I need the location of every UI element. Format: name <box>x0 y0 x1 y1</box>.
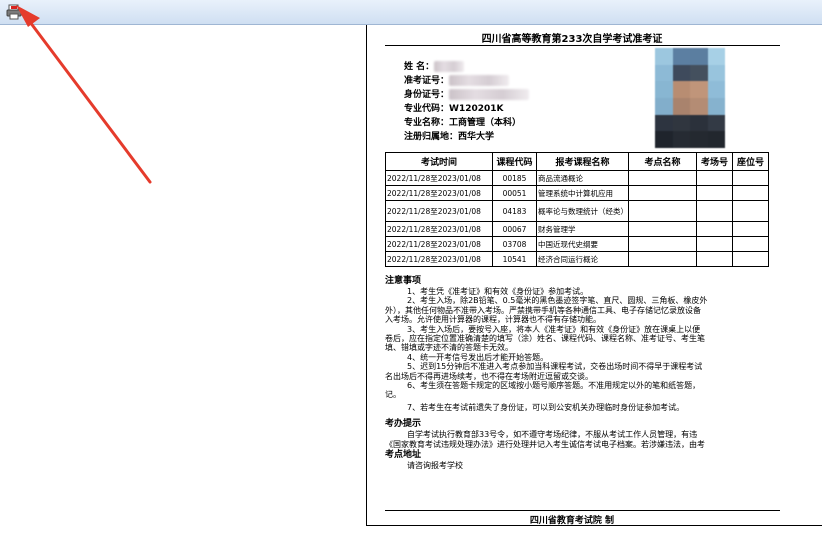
column-header: 课程代码 <box>492 152 537 171</box>
cell-course-name: 商品流通概论 <box>536 170 629 186</box>
info-name: 姓 名： <box>404 60 529 74</box>
cell-course-code: 00051 <box>492 185 537 201</box>
notes-line: 外），其他任何物品不准带入考场。严禁携带手机等各种通信工具、电子存储记忆录放设备 <box>385 305 701 315</box>
cell-venue <box>628 200 697 222</box>
notes-line: 4、统一开考信号发出后才能开始答题。 <box>407 352 549 362</box>
notes-section: 注意事项 1、考生凭《准考证》和有效《身份证》参加考试。 2、考生入场，除2B铅… <box>385 275 822 471</box>
cell-exam-time: 2022/11/28至2023/01/08 <box>385 200 493 222</box>
info-id-number: 身份证号： <box>404 88 530 102</box>
cell-seat <box>732 251 769 267</box>
cell-room <box>696 251 733 267</box>
exam-office-line: 自学考试执行教育部33号令，如不遵守考场纪律，不服从考试工作人员管理，有违 <box>407 430 698 440</box>
notes-line: 填、错填或字迹不清的答题卡无效。 <box>385 343 513 353</box>
cell-course-name: 中国近现代史纲要 <box>536 236 629 252</box>
table-row: 2022/11/28至2023/01/08 04183 概率论与数理统计（经类） <box>385 200 769 222</box>
candidate-photo <box>655 48 725 148</box>
redacted-value <box>449 89 530 100</box>
cell-room <box>696 185 733 201</box>
cell-seat <box>732 200 769 222</box>
cell-seat <box>732 185 769 201</box>
table-header-row: 考试时间 课程代码 报考课程名称 考点名称 考场号 座位号 <box>385 152 769 171</box>
redacted-value <box>449 75 510 86</box>
info-label: 注册归属地： <box>404 132 459 142</box>
column-header: 报考课程名称 <box>536 152 629 171</box>
redacted-value <box>434 61 465 72</box>
table-row: 2022/11/28至2023/01/08 00067 财务管理学 <box>385 221 769 237</box>
info-value: 西华大学 <box>458 132 495 142</box>
cell-exam-time: 2022/11/28至2023/01/08 <box>385 185 493 201</box>
info-label: 专业名称： <box>404 118 450 128</box>
notes-line: 5、迟到15分钟后不准进入考点参加当科课程考试，交卷出场时间不得早于课程考试 <box>407 362 703 372</box>
cell-exam-time: 2022/11/28至2023/01/08 <box>385 170 493 186</box>
cell-course-code: 00067 <box>492 221 537 237</box>
notes-line: 记。 <box>385 390 401 400</box>
column-header: 考场号 <box>696 152 733 171</box>
notes-line: 3、考生入场后，要按号入座，将本人《准考证》和有效《身份证》放在课桌上以便 <box>407 324 701 334</box>
cell-room <box>696 170 733 186</box>
cell-seat <box>732 170 769 186</box>
cell-course-code: 10541 <box>492 251 537 267</box>
info-label: 姓 名： <box>404 62 435 72</box>
notes-line: 卷后，应在指定位置准确清楚的填写（涂）姓名、课程代码、课程名称、准考证号、考生笔 <box>385 334 705 344</box>
address-heading: 考点地址 <box>385 450 422 461</box>
cell-course-name: 概率论与数理统计（经类） <box>536 200 629 222</box>
cell-course-name: 财务管理学 <box>536 221 629 237</box>
table-row: 2022/11/28至2023/01/08 00051 管理系统中计算机应用 <box>385 185 769 201</box>
notes-line: 2、考生入场，除2B铅笔、0.5毫米的黑色墨迹签字笔、直尺、圆规、三角板、橡皮外 <box>407 296 708 306</box>
notes-line: 入考场。允许使用计算器的课程，计算器也不得有存储功能。 <box>385 315 601 325</box>
admission-ticket: 四川省高等教育第233次自学考试准考证 姓 名： 准考证号： 身份证号： 专业代… <box>366 25 822 526</box>
cell-venue <box>628 170 697 186</box>
column-header: 考点名称 <box>628 152 697 171</box>
cell-exam-time: 2022/11/28至2023/01/08 <box>385 221 493 237</box>
cell-room <box>696 200 733 222</box>
cell-room <box>696 236 733 252</box>
table-row: 2022/11/28至2023/01/08 10541 经济合同运行概论 <box>385 251 769 267</box>
table-row: 2022/11/28至2023/01/08 03708 中国近现代史纲要 <box>385 236 769 252</box>
cell-venue <box>628 251 697 267</box>
info-ticket-number: 准考证号： <box>404 74 529 88</box>
notes-line: 6、考生须在答题卡规定的区域按小题号顺序答题。不准用规定以外的笔和纸答题， <box>407 381 701 391</box>
cell-exam-time: 2022/11/28至2023/01/08 <box>385 236 493 252</box>
cell-course-code: 03708 <box>492 236 537 252</box>
info-registration: 注册归属地：西华大学 <box>404 130 529 144</box>
column-header: 座位号 <box>732 152 769 171</box>
cell-seat <box>732 221 769 237</box>
title-divider <box>385 45 780 46</box>
cell-course-name: 管理系统中计算机应用 <box>536 185 629 201</box>
ticket-title: 四川省高等教育第233次自学考试准考证 <box>481 34 663 45</box>
notes-line: 名出场后不得再进场续考，也不得在考场附近逗留或交谈。 <box>385 371 593 381</box>
cell-venue <box>628 221 697 237</box>
cell-room <box>696 221 733 237</box>
info-major-name: 专业名称：工商管理（本科） <box>404 116 529 130</box>
info-label: 专业代码： <box>404 104 450 114</box>
cell-seat <box>732 236 769 252</box>
candidate-info: 姓 名： 准考证号： 身份证号： 专业代码：W120201K 专业名称：工商管理… <box>404 60 530 144</box>
footer-divider <box>385 510 780 511</box>
info-major-code: 专业代码：W120201K <box>404 102 529 116</box>
cell-course-code: 00185 <box>492 170 537 186</box>
info-label: 身份证号： <box>404 90 450 100</box>
info-value: 工商管理（本科） <box>449 118 522 128</box>
exam-office-line: 《国家教育考试违规处理办法》进行处理并记入考生诚信考试电子档案。若涉嫌违法，由考 <box>385 439 705 449</box>
notes-line: 7、若考生在考试前遗失了身份证，可以到公安机关办理临时身份证参加考试。 <box>407 402 685 412</box>
exam-office-heading: 考办提示 <box>385 419 422 430</box>
cell-exam-time: 2022/11/28至2023/01/08 <box>385 251 493 267</box>
cell-venue <box>628 185 697 201</box>
notes-heading: 注意事项 <box>385 276 422 286</box>
cell-course-code: 04183 <box>492 200 537 222</box>
info-value: W120201K <box>449 104 504 114</box>
cell-course-name: 经济合同运行概论 <box>536 251 629 267</box>
address-value: 请咨询报考学校 <box>407 461 463 471</box>
issuer-footer: 四川省教育考试院 制 <box>529 516 615 526</box>
column-header: 考试时间 <box>385 152 493 171</box>
notes-line: 1、考生凭《准考证》和有效《身份证》参加考试。 <box>407 287 589 296</box>
info-label: 准考证号： <box>404 76 450 86</box>
exam-schedule-table: 考试时间 课程代码 报考课程名称 考点名称 考场号 座位号 2022/11/28… <box>385 152 769 267</box>
table-row: 2022/11/28至2023/01/08 00185 商品流通概论 <box>385 170 769 186</box>
cell-venue <box>628 236 697 252</box>
